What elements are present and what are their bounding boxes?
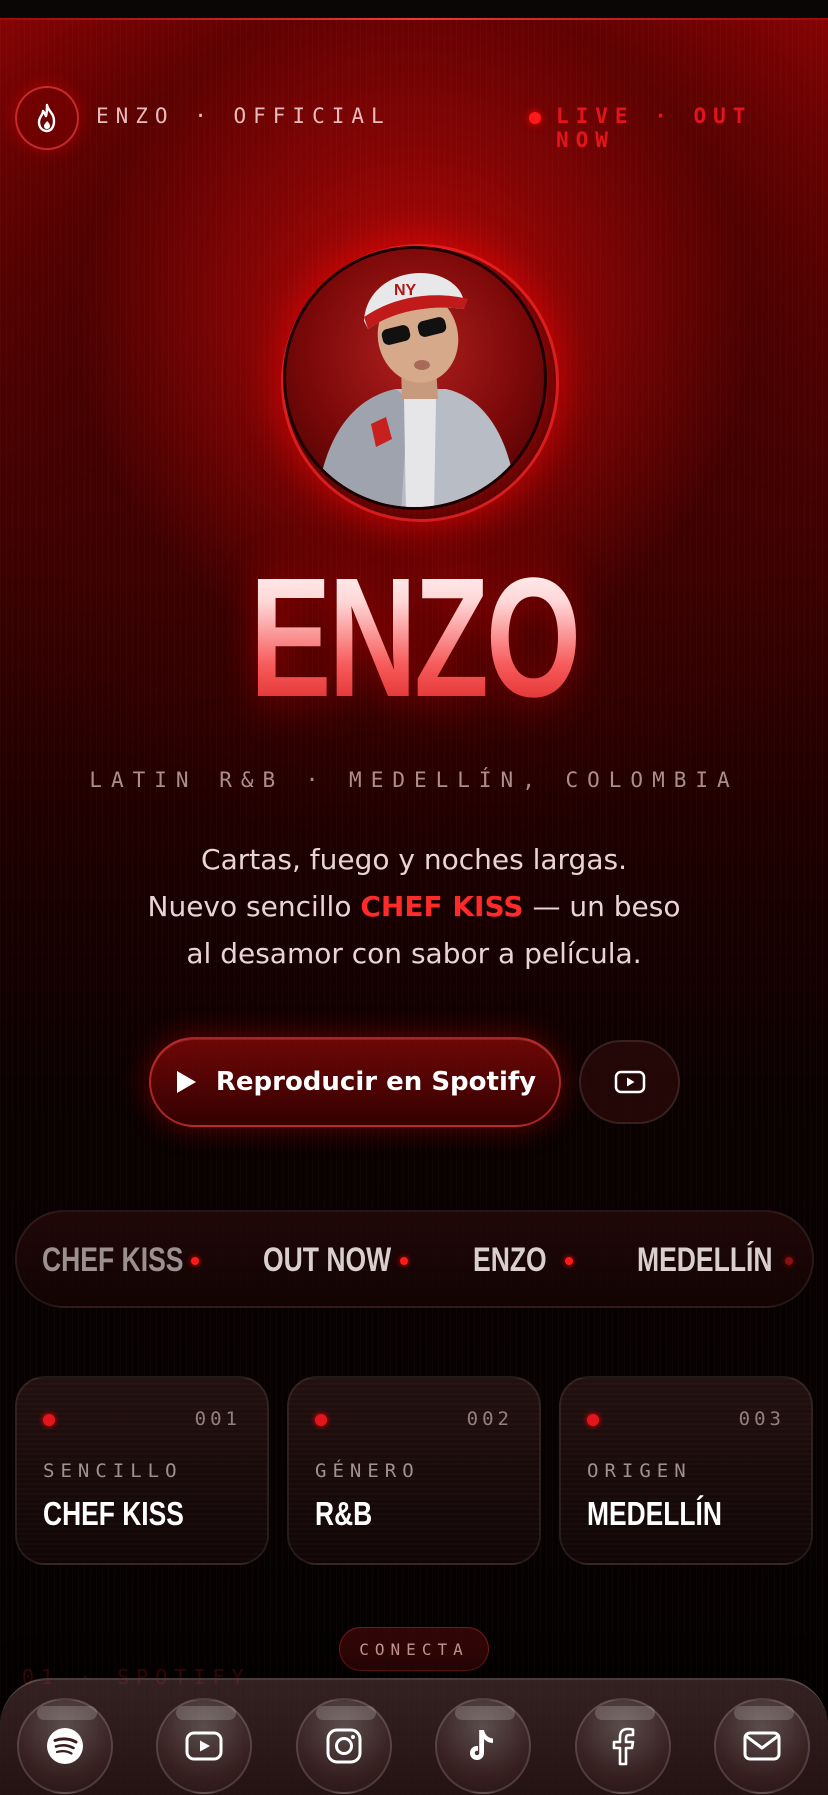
ticker-separator <box>400 1257 408 1265</box>
ticker-item: CHEF KISS <box>42 1241 184 1279</box>
tagline-line-2: Nuevo sencillo CHEF KISS — un beso <box>0 883 828 930</box>
card-key: ORIGEN <box>587 1460 692 1482</box>
ticker-separator <box>785 1257 793 1265</box>
card-value: R&B <box>315 1495 373 1532</box>
facebook-dock-button[interactable] <box>575 1698 671 1794</box>
tiktok-dock-button[interactable] <box>435 1698 531 1794</box>
youtube-play-icon <box>614 1070 645 1094</box>
card-dot <box>587 1414 599 1426</box>
artist-photo: NY <box>316 272 518 507</box>
single-title-highlight: CHEF KISS <box>360 890 524 923</box>
tiktok-icon <box>470 1730 493 1760</box>
card-key: SENCILLO <box>43 1460 183 1482</box>
instagram-icon <box>326 1728 362 1764</box>
tagline: Cartas, fuego y noches largas. Nuevo sen… <box>0 836 828 977</box>
card-dot <box>315 1414 327 1426</box>
brand-logo-button[interactable] <box>15 86 79 150</box>
status-bar <box>0 0 828 18</box>
card-dot <box>43 1414 55 1426</box>
brand-name: ENZO · OFFICIAL <box>96 104 391 128</box>
card-number: 003 <box>738 1408 785 1430</box>
card-key: GÉNERO <box>315 1460 420 1482</box>
instagram-dock-button[interactable] <box>296 1698 392 1794</box>
tagline-line-3: al desamor con sabor a película. <box>186 937 642 970</box>
connect-section-label: CONECTA <box>339 1627 489 1671</box>
card-value: CHEF KISS <box>43 1495 184 1532</box>
ticker-item: OUT NOW <box>263 1241 392 1279</box>
tagline-line-1: Cartas, fuego y noches largas. <box>201 843 627 876</box>
youtube-icon <box>185 1731 223 1761</box>
svg-text:NY: NY <box>394 282 417 299</box>
mail-dock-button[interactable] <box>714 1698 810 1794</box>
facebook-icon <box>612 1727 635 1766</box>
artist-avatar: NY <box>283 246 547 510</box>
flame-icon <box>37 103 56 133</box>
card-number: 001 <box>194 1408 241 1430</box>
ticker-separator <box>565 1257 573 1265</box>
youtube-button[interactable] <box>579 1040 680 1124</box>
genre-location-subtitle: LATIN R&B · MEDELLÍN, COLOMBIA <box>89 768 739 792</box>
play-icon <box>176 1071 196 1093</box>
ticker-item: MEDELLÍN <box>637 1241 773 1279</box>
play-on-spotify-button[interactable]: Reproducir en Spotify <box>149 1037 561 1127</box>
tagline-text: Nuevo sencillo <box>147 890 361 923</box>
top-accent-line <box>0 18 828 20</box>
ticker-item: ENZO <box>473 1241 547 1279</box>
card-number: 002 <box>466 1408 513 1430</box>
spotify-icon <box>47 1728 83 1764</box>
youtube-dock-button[interactable] <box>156 1698 252 1794</box>
artist-name-heading: ENZO <box>116 548 712 728</box>
spotify-dock-button[interactable] <box>17 1698 113 1794</box>
page: ENZO · OFFICIAL LIVE · OUT NOW NY ENZO L… <box>0 0 828 1795</box>
play-on-spotify-label: Reproducir en Spotify <box>215 1067 537 1097</box>
tagline-text: — un beso <box>523 890 681 923</box>
card-value: MEDELLÍN <box>587 1495 722 1532</box>
ticker-separator <box>191 1257 199 1265</box>
stat-card-origin[interactable]: 003 ORIGEN MEDELLÍN <box>559 1376 813 1565</box>
mail-icon <box>743 1731 781 1761</box>
live-indicator-dot <box>529 112 541 124</box>
news-ticker: CHEF KISS OUT NOW ENZO MEDELLÍN <box>15 1210 814 1308</box>
live-status: LIVE · OUT NOW <box>556 104 753 152</box>
social-dock <box>0 1678 828 1795</box>
stat-card-genre[interactable]: 002 GÉNERO R&B <box>287 1376 541 1565</box>
stat-card-single[interactable]: 001 SENCILLO CHEF KISS <box>15 1376 269 1565</box>
